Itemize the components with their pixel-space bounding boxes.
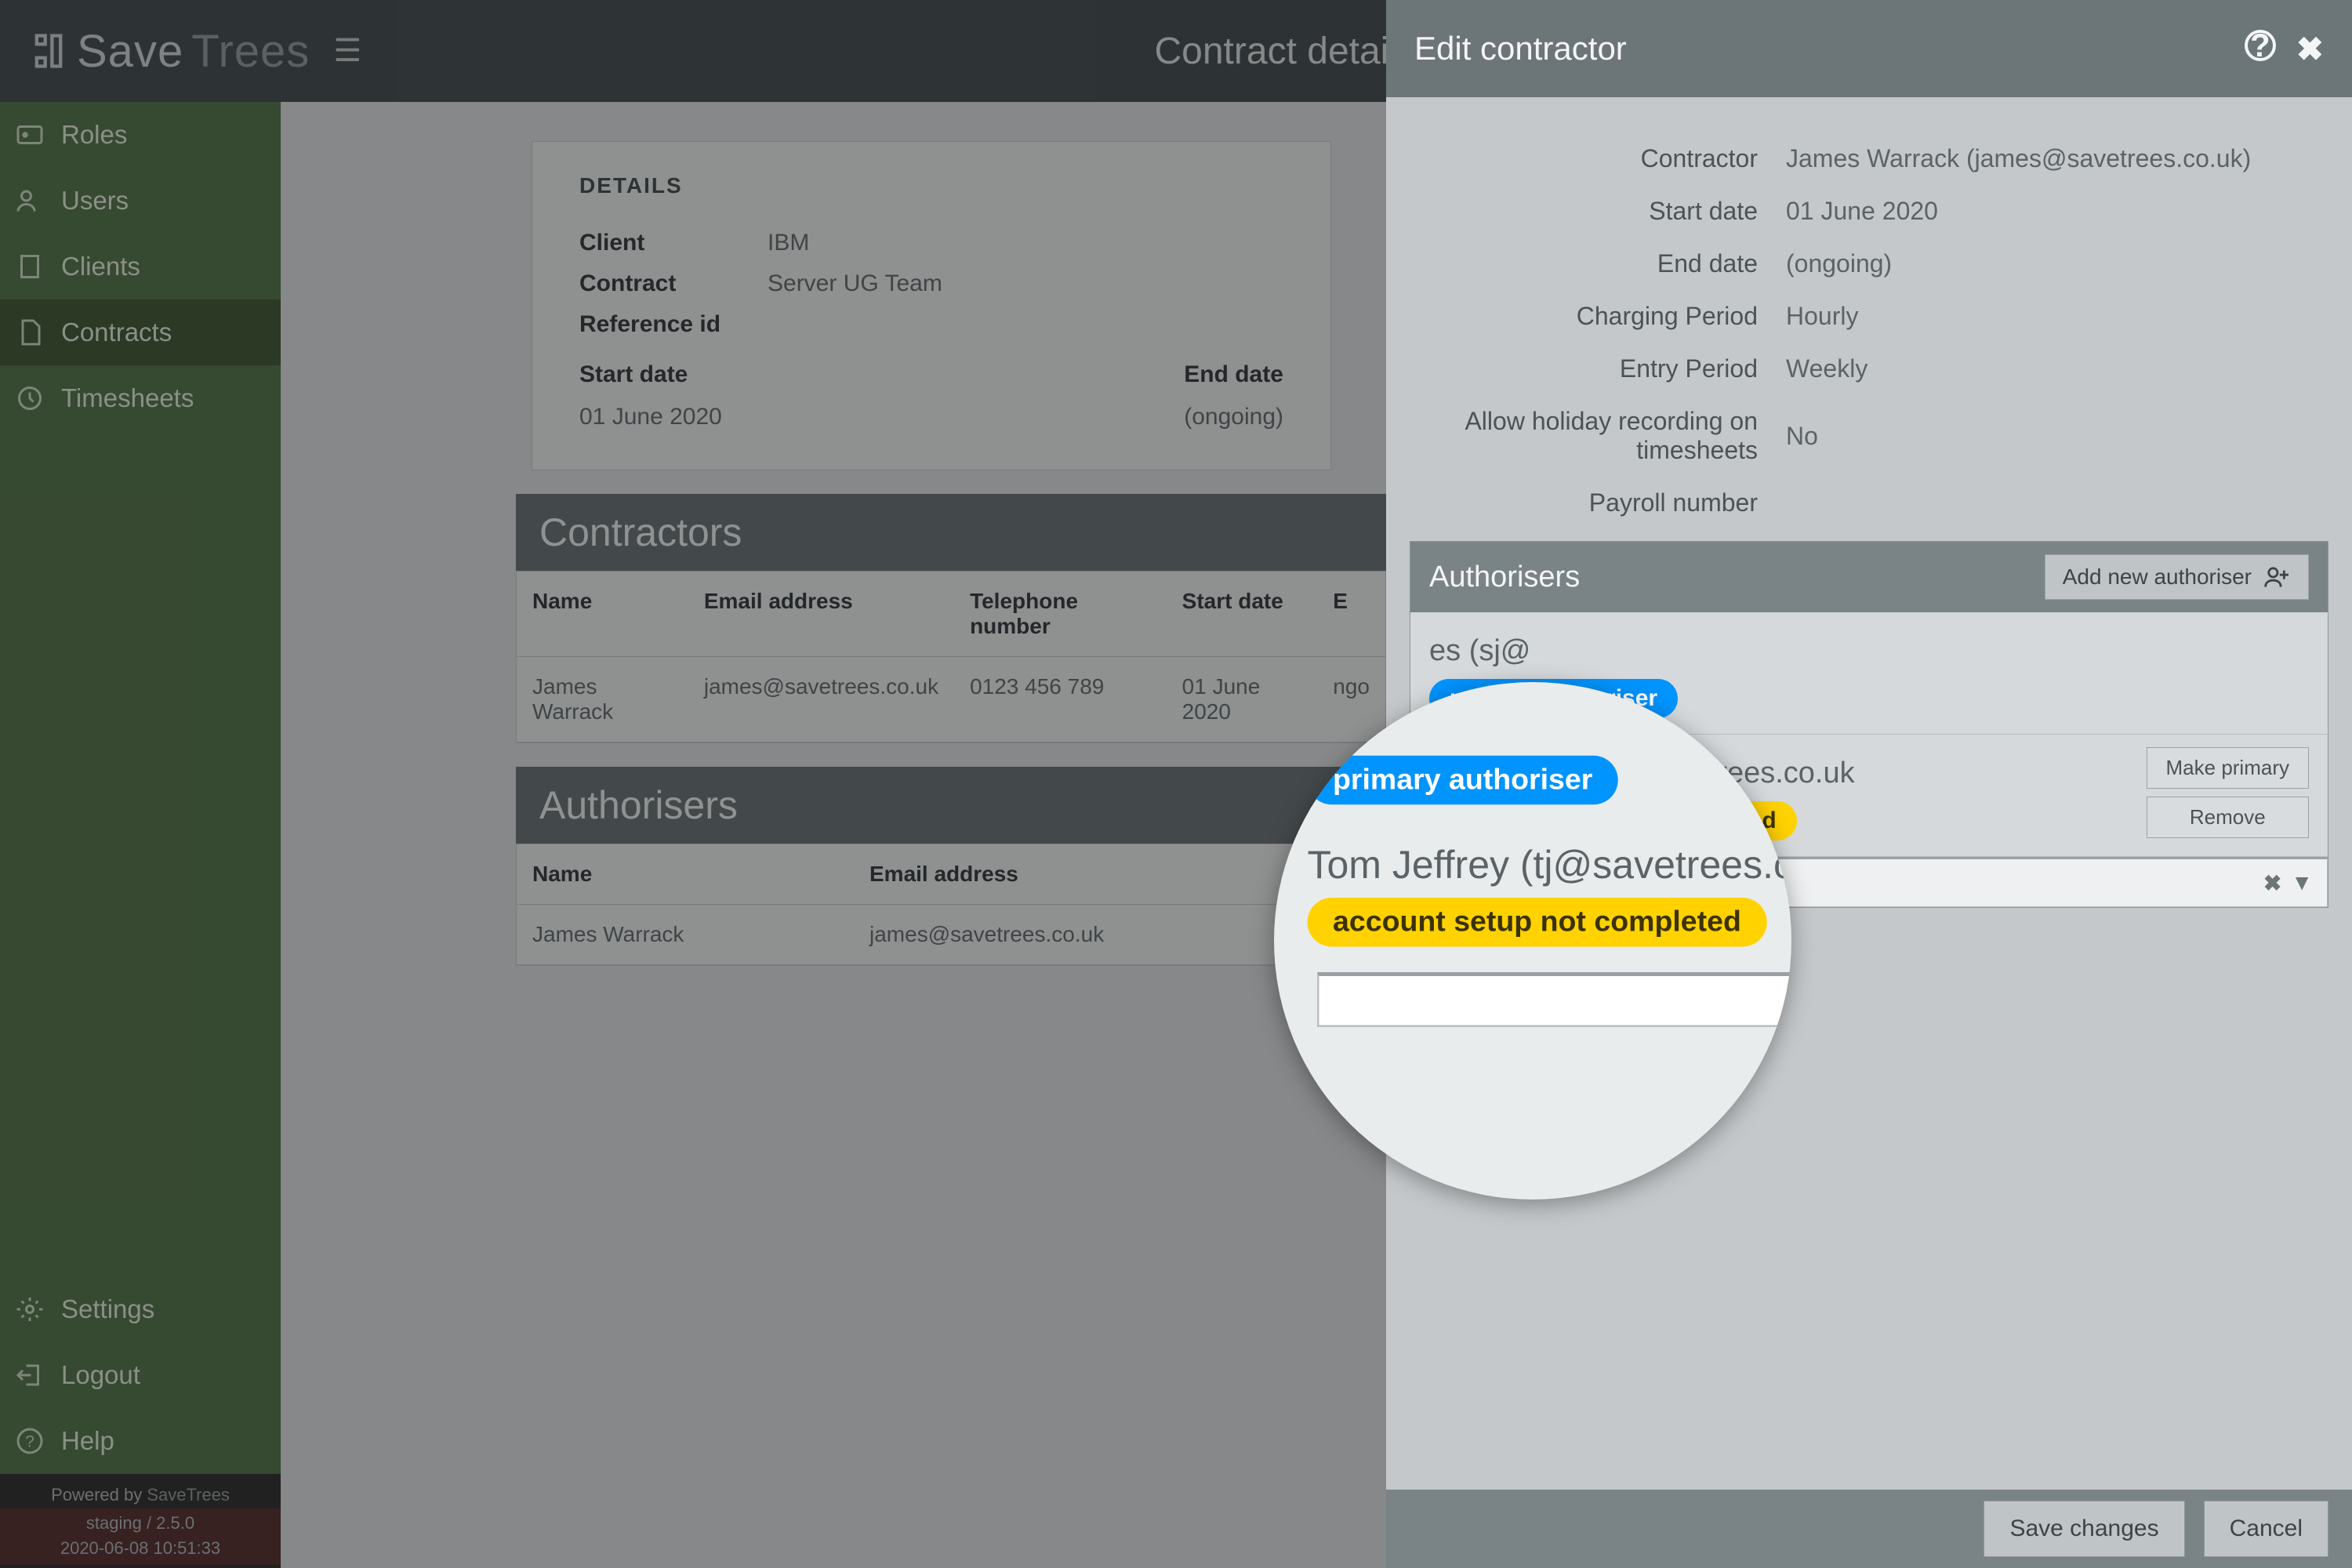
sidebar-item-roles[interactable]: Roles [0,102,281,168]
save-button[interactable]: Save changes [1984,1501,2184,1557]
contractors-section: Contractors Name Email address Telephone… [516,494,1386,743]
primary-authoriser-badge: primary authoriser [1308,756,1618,805]
close-icon[interactable]: ✖ [2296,30,2324,68]
users-icon [16,187,44,215]
make-primary-button[interactable]: Make primary [2147,747,2309,789]
remove-button[interactable]: Remove [2147,797,2309,838]
chevron-down-icon[interactable]: ▼ [2291,870,2313,896]
magnifier-overlay: x primary authoriser Tom Jeffrey (tj@sav… [1274,682,1791,1200]
id-card-icon [16,121,44,149]
help-icon[interactable]: ? [2245,30,2276,61]
clear-icon[interactable]: ✖ [2263,870,2281,896]
panel-header: Edit contractor ? ✖ [1386,0,2352,97]
sidebar-item-label: Logout [61,1360,140,1390]
sidebar-item-label: Help [61,1426,114,1456]
authorisers-box-title: Authorisers [1429,561,1580,594]
sidebar-item-help[interactable]: ? Help [0,1408,281,1474]
sidebar-item-clients[interactable]: Clients [0,234,281,299]
authoriser-search-input[interactable] [1317,972,1791,1027]
page-title: Contract detail [361,30,1438,73]
sidebar-item-label: Timesheets [61,383,194,413]
sidebar-footer: Powered by SaveTrees staging / 2.5.0 202… [0,1474,281,1568]
cancel-button[interactable]: Cancel [2204,1501,2328,1557]
gear-icon [16,1295,44,1323]
sidebar-item-users[interactable]: Users [0,168,281,234]
authorisers-section: Authorisers Name Email address James War… [516,767,1386,966]
sidebar-item-label: Clients [61,252,140,281]
sidebar-item-logout[interactable]: Logout [0,1342,281,1408]
building-icon [16,252,44,281]
contractors-heading: Contractors [516,494,1386,571]
authoriser-name: Tom Jeffrey (tj@savetrees.co.uk [1308,844,1792,887]
logo-icon [28,31,69,71]
sidebar-item-label: Settings [61,1294,154,1324]
sidebar-item-label: Contracts [61,318,172,347]
panel-footer: Save changes Cancel [1386,1490,2352,1568]
help-icon: ? [16,1427,44,1455]
table-row[interactable]: James Warrack james@savetrees.co.uk 0123… [517,657,1385,742]
sidebar-item-timesheets[interactable]: Timesheets [0,365,281,431]
sidebar-item-settings[interactable]: Settings [0,1276,281,1342]
add-authoriser-button[interactable]: Add new authoriser [2045,554,2309,600]
svg-text:?: ? [25,1433,34,1451]
file-icon [16,318,44,347]
app-logo: SaveTrees [28,25,310,78]
details-heading: DETAILS [579,173,1283,198]
sidebar-item-label: Roles [61,120,127,150]
hamburger-icon[interactable]: ☰ [333,33,361,69]
sidebar-item-contracts[interactable]: Contracts [0,299,281,365]
account-setup-badge: account setup not completed [1308,898,1767,947]
details-panel: DETAILS ClientIBM ContractServer UG Team… [532,141,1331,470]
authorisers-heading: Authorisers [516,767,1386,844]
clock-user-icon [16,384,44,412]
sidebar-item-label: Users [61,186,129,216]
table-row[interactable]: James Warrack james@savetrees.co.uk [517,905,1385,965]
add-person-icon [2264,566,2291,588]
logout-icon [16,1361,44,1389]
sidebar: Roles Users Clients Contracts Timesheets… [0,102,281,1568]
